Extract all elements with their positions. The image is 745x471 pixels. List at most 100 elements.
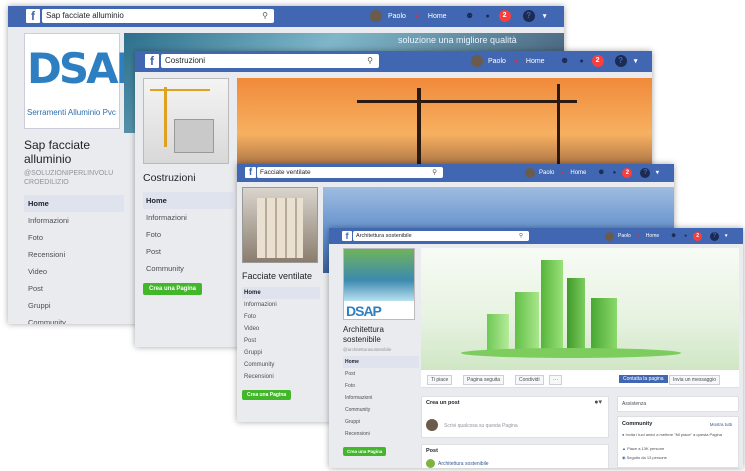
chevron-down-icon[interactable]: ▾ (723, 233, 729, 239)
cover-photo[interactable] (421, 248, 739, 370)
crane-graphic (164, 87, 167, 147)
nav-home[interactable]: Home (343, 356, 419, 368)
search-icon[interactable]: ⚲ (519, 231, 523, 241)
nav-community[interactable]: Community (24, 314, 124, 324)
nav-foto[interactable]: Foto (343, 380, 419, 392)
nav-foto[interactable]: Foto (143, 226, 233, 243)
community-title: Community (622, 421, 653, 427)
avatar[interactable] (605, 231, 614, 241)
search-icon[interactable]: ⚲ (432, 167, 437, 178)
avatar[interactable] (370, 10, 382, 22)
nav-home[interactable]: Home (646, 233, 659, 239)
nav-user[interactable]: Paolo (618, 233, 631, 239)
nav-community[interactable]: Community (343, 404, 419, 416)
post-author-name[interactable]: Architettura sostenibile (438, 461, 489, 467)
likes-text: Piace a 13K persone (627, 446, 665, 451)
facebook-logo-icon[interactable]: f (26, 9, 40, 23)
friend-requests-icon[interactable]: ⚉ (558, 57, 572, 65)
nav-user[interactable]: Paolo (388, 13, 406, 20)
friends-icon[interactable]: ● (511, 58, 521, 65)
messages-icon[interactable]: ● (682, 233, 689, 239)
more-button[interactable]: ··· (549, 375, 562, 385)
nav-informazioni[interactable]: Informazioni (24, 212, 124, 229)
top-nav-right: Paolo ● Home ⚉ ● 2 ? ▾ (525, 167, 660, 178)
nav-community[interactable]: Community (143, 260, 233, 277)
post-input[interactable]: Scrivi qualcosa su questa Pagina (444, 423, 518, 429)
friend-requests-icon[interactable]: ⚉ (596, 169, 606, 176)
top-nav-right: Paolo ● Home ⚉ ● 2 ? ▾ (370, 9, 549, 23)
search-input[interactable]: Facciate ventilate ⚲ (257, 167, 443, 178)
nav-post[interactable]: Post (24, 280, 124, 297)
create-post-options-icon[interactable]: ●▾ (594, 398, 602, 406)
see-all-link[interactable]: Mostra tutti (710, 422, 732, 427)
contact-button[interactable]: Contatta la pagina (619, 375, 668, 383)
profile-logo[interactable]: DSAP Serramenti Alluminio Pvc (24, 33, 146, 129)
nav-foto[interactable]: Foto (242, 311, 320, 323)
send-message-button[interactable]: Invia un messaggio (669, 375, 721, 385)
nav-informazioni[interactable]: Informazioni (242, 299, 320, 311)
messages-icon[interactable]: ● (577, 58, 587, 65)
nav-post[interactable]: Post (242, 335, 320, 347)
nav-home[interactable]: Home (143, 192, 233, 209)
share-button[interactable]: Condividi (515, 375, 544, 385)
nav-informazioni[interactable]: Informazioni (143, 209, 233, 226)
chevron-down-icon[interactable]: ▾ (541, 12, 549, 20)
nav-home[interactable]: Home (24, 195, 124, 212)
friends-icon[interactable]: ● (558, 170, 566, 176)
notifications-badge[interactable]: 2 (622, 167, 633, 178)
search-icon[interactable]: ⚲ (262, 9, 268, 23)
messages-icon[interactable]: ● (483, 13, 493, 20)
nav-recensioni[interactable]: Recensioni (242, 371, 320, 383)
help-icon[interactable]: ? (522, 10, 535, 22)
facebook-logo-icon[interactable]: f (342, 231, 352, 241)
nav-recensioni[interactable]: Recensioni (343, 428, 419, 440)
search-input[interactable]: Costruzioni ⚲ (161, 54, 379, 68)
nav-user[interactable]: Paolo (488, 58, 506, 65)
nav-post[interactable]: Post (343, 368, 419, 380)
friend-requests-icon[interactable]: ⚉ (463, 12, 477, 20)
nav-video[interactable]: Video (24, 263, 124, 280)
friend-requests-icon[interactable]: ⚉ (669, 233, 678, 239)
friends-icon[interactable]: ● (412, 13, 422, 20)
create-page-button[interactable]: Crea una Pagina (343, 447, 387, 456)
create-page-button[interactable]: Crea una Pagina (143, 283, 203, 295)
nav-home[interactable]: Home (242, 287, 320, 299)
nav-gruppi[interactable]: Gruppi (24, 297, 124, 314)
facebook-logo-icon[interactable]: f (245, 167, 256, 178)
search-icon[interactable]: ⚲ (367, 54, 373, 68)
nav-user[interactable]: Paolo (539, 170, 554, 176)
nav-video[interactable]: Video (242, 323, 320, 335)
nav-home[interactable]: Home (570, 170, 586, 176)
nav-foto[interactable]: Foto (24, 229, 124, 246)
help-icon[interactable]: ? (710, 231, 720, 241)
nav-gruppi[interactable]: Gruppi (343, 416, 419, 428)
like-button[interactable]: Ti piace (427, 375, 453, 385)
avatar[interactable] (525, 167, 535, 178)
nav-home[interactable]: Home (526, 58, 545, 65)
invite-text[interactable]: Invita i tuoi amici a mettere "Mi piace"… (626, 432, 722, 437)
nav-gruppi[interactable]: Gruppi (242, 347, 320, 359)
nav-post[interactable]: Post (143, 243, 233, 260)
friends-icon[interactable]: ● (635, 233, 642, 239)
notifications-badge[interactable]: 2 (693, 231, 703, 241)
chevron-down-icon[interactable]: ▾ (654, 169, 660, 176)
chevron-down-icon[interactable]: ▾ (632, 57, 640, 65)
nav-recensioni[interactable]: Recensioni (24, 246, 124, 263)
search-input[interactable]: Architettura sostenibile ⚲ (353, 231, 529, 241)
nav-informazioni[interactable]: Informazioni (343, 392, 419, 404)
nav-community[interactable]: Community (242, 359, 320, 371)
avatar[interactable] (471, 55, 483, 67)
help-icon[interactable]: ? (640, 167, 651, 178)
follow-button[interactable]: Pagina seguita (463, 375, 505, 385)
nav-home[interactable]: Home (428, 13, 447, 20)
notifications-badge[interactable]: 2 (498, 10, 511, 22)
profile-picture[interactable]: DSAP (343, 248, 415, 320)
help-icon[interactable]: ? (614, 55, 627, 67)
profile-picture[interactable] (143, 78, 229, 164)
profile-picture[interactable] (242, 187, 318, 263)
search-input[interactable]: Sap facciate alluminio ⚲ (42, 9, 274, 23)
notifications-badge[interactable]: 2 (591, 55, 604, 67)
messages-icon[interactable]: ● (610, 170, 618, 176)
facebook-logo-icon[interactable]: f (145, 54, 159, 68)
create-page-button[interactable]: Crea una Pagina (242, 390, 292, 400)
